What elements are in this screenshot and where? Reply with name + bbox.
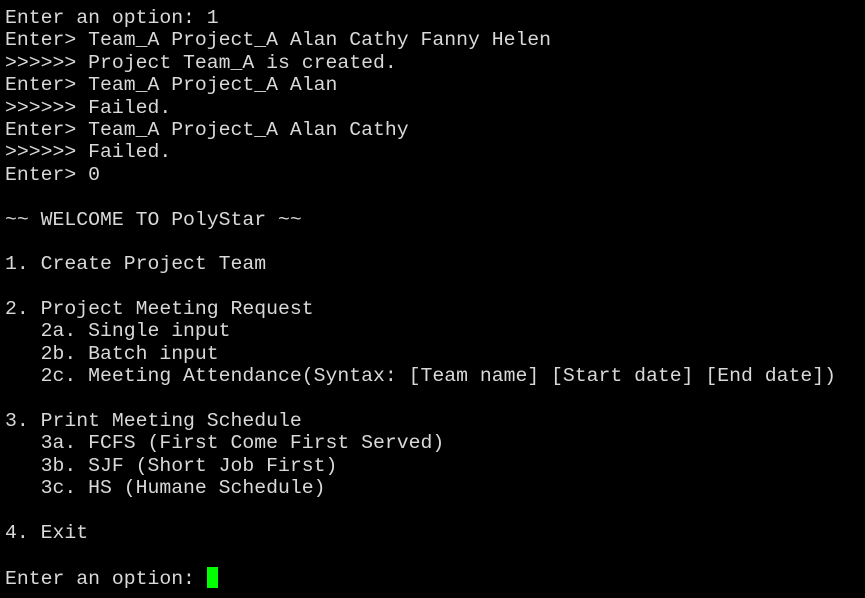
prompt-label: Enter an option: — [5, 567, 207, 590]
terminal-line: Enter> Team_A Project_A Alan — [5, 74, 338, 97]
terminal-line: Enter> Team_A Project_A Alan Cathy Fanny… — [5, 29, 552, 52]
menu-title: ~~ WELCOME TO PolyStar ~~ — [5, 208, 302, 231]
block-cursor-icon[interactable] — [206, 566, 218, 588]
terminal-line: >>>>>> Failed. — [5, 96, 172, 119]
menu-option-2b: 2b. Batch input — [5, 342, 219, 365]
menu-option-2: 2. Project Meeting Request — [5, 298, 314, 321]
menu-option-2a: 2a. Single input — [5, 320, 231, 343]
terminal-window[interactable]: Enter an option: 1 Enter> Team_A Project… — [0, 0, 865, 598]
input-line[interactable]: Enter an option: — [5, 566, 865, 590]
menu-option-3c: 3c. HS (Humane Schedule) — [5, 477, 326, 500]
terminal-line: >>>>>> Project Team_A is created. — [5, 51, 397, 74]
menu-option-3: 3. Print Meeting Schedule — [5, 410, 302, 433]
menu-option-4: 4. Exit — [5, 521, 89, 544]
terminal-line: >>>>>> Failed. — [5, 141, 172, 164]
menu-option-1: 1. Create Project Team — [5, 253, 267, 276]
menu-option-3b: 3b. SJF (Short Job First) — [5, 454, 338, 477]
terminal-line: Enter> 0 — [5, 163, 100, 186]
terminal-line: Enter> Team_A Project_A Alan Cathy — [5, 118, 409, 141]
menu-option-3a: 3a. FCFS (First Come First Served) — [5, 432, 445, 455]
menu-option-2c: 2c. Meeting Attendance(Syntax: [Team nam… — [5, 365, 836, 388]
terminal-line: Enter an option: 1 — [5, 7, 219, 29]
